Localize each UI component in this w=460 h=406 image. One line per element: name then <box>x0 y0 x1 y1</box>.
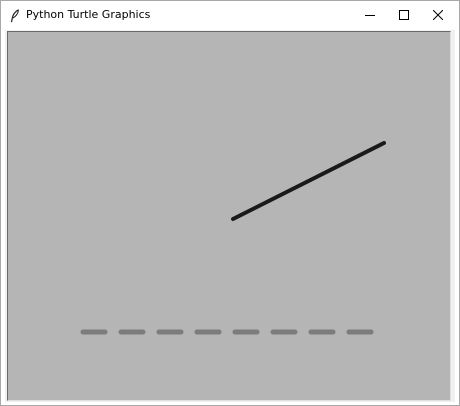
client-area <box>5 30 455 402</box>
title-bar[interactable]: Python Turtle Graphics <box>1 1 459 29</box>
turtle-window: Python Turtle Graphics <box>0 0 460 406</box>
close-button[interactable] <box>421 1 455 29</box>
close-icon <box>433 10 443 20</box>
maximize-button[interactable] <box>387 1 421 29</box>
minimize-icon <box>365 15 375 16</box>
maximize-icon <box>399 10 409 20</box>
window-title: Python Turtle Graphics <box>26 8 151 21</box>
minimize-button[interactable] <box>353 1 387 29</box>
drawn-line <box>231 141 386 221</box>
turtle-drawing <box>80 141 386 335</box>
feather-icon <box>10 8 20 23</box>
turtle-canvas[interactable] <box>7 31 451 401</box>
